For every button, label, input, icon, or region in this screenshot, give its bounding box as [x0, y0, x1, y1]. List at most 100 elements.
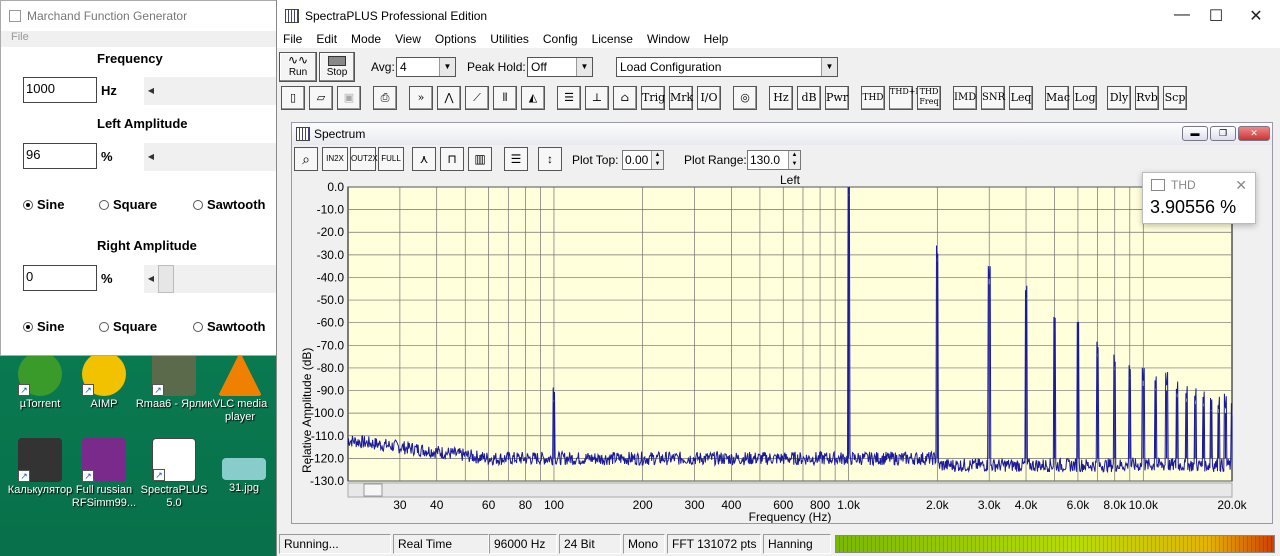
spectrum-plot[interactable]: Left 0.0 -10.0 -20.0 -30.0 -40.0 -50.0 -60.0 -70… — [292, 173, 1272, 523]
desktop-icon-jpg[interactable]: 31.jpg — [204, 438, 284, 495]
peak-hold-select[interactable]: Off ▼ — [527, 57, 593, 77]
settings-panel-icon[interactable]: ☰ — [557, 86, 581, 110]
zoom-in-2x-icon[interactable]: IN2X — [322, 147, 348, 171]
plot-top-input[interactable]: 0.00 ▲ ▼ — [622, 150, 664, 170]
desktop-icon-label: SpectraPLUS 5.0 — [140, 484, 208, 509]
imd-button[interactable]: IMD — [953, 86, 977, 110]
print-icon[interactable]: ⎙ — [373, 86, 397, 110]
thd-freq-button[interactable]: THD Freq — [917, 86, 941, 110]
menu-file[interactable]: File — [11, 31, 29, 43]
scp-button[interactable]: Scp — [1163, 86, 1187, 110]
zoom-out-2x-icon[interactable]: OUT2X — [350, 147, 378, 171]
close-icon[interactable]: ✕ — [1235, 177, 1247, 194]
spectraplus-titlebar[interactable]: SpectraPLUS Professional Edition — ☐ ✕ — [277, 0, 1280, 32]
stop-button[interactable]: Stop — [319, 52, 355, 82]
right-wave-sawtooth[interactable]: Sawtooth — [193, 319, 266, 334]
radio-label: Sawtooth — [207, 319, 266, 334]
menu-config[interactable]: Config — [543, 32, 578, 48]
zoom-out-full-icon[interactable]: FULL — [378, 147, 404, 171]
signal-generator-icon[interactable]: ◎ — [733, 86, 757, 110]
status-fft-size: FFT 131072 pts — [667, 534, 761, 554]
mrk-button[interactable]: Mrk — [669, 86, 693, 110]
thd-button[interactable]: THD — [861, 86, 885, 110]
spectrum-chart[interactable]: Left 0.0 -10.0 -20.0 -30.0 -40.0 -50.0 -60.0 -70… — [292, 173, 1272, 523]
child-restore-icon[interactable]: ❐ — [1210, 126, 1236, 141]
spinner-arrows-icon[interactable]: ▲ ▼ — [788, 151, 800, 169]
leq-button[interactable]: Leq — [1009, 86, 1033, 110]
slider-left-arrow-icon[interactable]: ◀ — [144, 79, 158, 103]
snr-button[interactable]: SNR — [981, 86, 1005, 110]
menu-window[interactable]: Window — [647, 32, 690, 48]
generator-titlebar[interactable]: Marchand Function Generator — [1, 1, 277, 31]
save-icon[interactable]: ▣ — [337, 86, 361, 110]
plot-properties-icon[interactable]: ☰ — [504, 147, 528, 171]
bar-graph-icon[interactable]: ▥ — [468, 147, 492, 171]
menu-mode[interactable]: Mode — [351, 32, 381, 48]
desktop-icon-spectraplus[interactable]: ↗ SpectraPLUS 5.0 — [134, 438, 214, 510]
child-minimize-icon[interactable]: ▬ — [1182, 126, 1208, 141]
right-wave-sine[interactable]: Sine — [23, 319, 64, 334]
fast-forward-icon[interactable]: » — [409, 86, 433, 110]
spectrogram-icon[interactable]: ⦀ — [493, 86, 517, 110]
scope-probe-icon[interactable]: ⌂ — [613, 86, 637, 110]
db-button[interactable]: dB — [797, 86, 821, 110]
line-graph-icon[interactable]: ⋏ — [412, 147, 436, 171]
menu-license[interactable]: License — [592, 32, 633, 48]
x-tick-label: 1.0k — [837, 498, 861, 512]
right-amplitude-slider[interactable]: ◀ — [144, 265, 276, 293]
maximize-icon[interactable]: ☐ — [1201, 6, 1231, 26]
desktop-icon-rfsimm[interactable]: ↗ Full russian RFSimm99... — [64, 438, 144, 510]
radio-label: Square — [113, 197, 158, 212]
open-folder-icon[interactable]: ▱ — [309, 86, 333, 110]
frequency-input[interactable]: 1000 — [23, 77, 97, 103]
radio-selected-icon — [23, 321, 33, 332]
left-amplitude-slider[interactable]: ◀ — [144, 143, 276, 171]
thd-readout-window[interactable]: THD ✕ 3.90556 % — [1142, 172, 1256, 224]
pwr-button[interactable]: Pwr — [825, 86, 849, 110]
rvb-button[interactable]: Rvb — [1135, 86, 1159, 110]
left-wave-square[interactable]: Square — [99, 197, 157, 212]
dly-button[interactable]: Dly — [1107, 86, 1131, 110]
zoom-icon[interactable]: ⌕ — [294, 147, 318, 171]
spectrum-titlebar[interactable]: Spectrum ▬ ❐ ✕ — [292, 123, 1272, 145]
avg-select[interactable]: 4 ▼ — [396, 57, 456, 77]
close-icon[interactable]: ✕ — [1241, 6, 1271, 26]
right-wave-square[interactable]: Square — [99, 319, 157, 334]
new-file-icon[interactable]: ▯ — [281, 86, 305, 110]
left-wave-sine[interactable]: Sine — [23, 197, 64, 212]
io-button[interactable]: I/O — [697, 86, 721, 110]
slider-left-arrow-icon[interactable]: ◀ — [144, 267, 158, 291]
configuration-select[interactable]: Load Configuration ▼ — [616, 57, 838, 77]
plot-range-input[interactable]: 130.0 ▲ ▼ — [747, 150, 801, 170]
left-wave-sawtooth[interactable]: Sawtooth — [193, 197, 266, 212]
vertical-scale-icon[interactable]: ↕ — [538, 147, 562, 171]
log-button[interactable]: Log — [1073, 86, 1097, 110]
thd-n-button[interactable]: THD+N — [889, 86, 922, 110]
slider-left-arrow-icon[interactable]: ◀ — [144, 145, 158, 169]
waveform-icon[interactable]: ⋀ — [437, 86, 461, 110]
hz-button[interactable]: Hz — [769, 86, 793, 110]
menu-edit[interactable]: Edit — [316, 32, 337, 48]
frequency-slider[interactable]: ◀ — [144, 77, 276, 105]
ramp-icon[interactable]: ⟋ — [465, 86, 489, 110]
menu-file[interactable]: File — [283, 32, 302, 48]
menu-help[interactable]: Help — [704, 32, 729, 48]
mac-button[interactable]: Mac — [1045, 86, 1070, 110]
slider-thumb[interactable] — [158, 265, 174, 293]
child-close-icon[interactable]: ✕ — [1238, 126, 1270, 141]
menu-options[interactable]: Options — [435, 32, 476, 48]
desktop-icon-aimp[interactable]: ↗ AIMP — [64, 352, 144, 411]
3d-surface-icon[interactable]: ◭ — [521, 86, 545, 110]
left-amplitude-input[interactable]: 96 — [23, 143, 97, 169]
calibration-icon[interactable]: ⊥ — [585, 86, 609, 110]
step-graph-icon[interactable]: ⊓ — [440, 147, 464, 171]
trig-button[interactable]: Trig — [641, 86, 665, 110]
run-button[interactable]: ∿∿ Run — [279, 52, 317, 82]
right-amplitude-input[interactable]: 0 — [23, 265, 97, 291]
generator-menubar: File — [1, 31, 277, 47]
minimize-icon[interactable]: — — [1167, 6, 1197, 24]
spinner-arrows-icon[interactable]: ▲ ▼ — [651, 151, 663, 169]
menu-view[interactable]: View — [395, 32, 421, 48]
menu-utilities[interactable]: Utilities — [490, 32, 529, 48]
desktop-icon-vlc[interactable]: VLC media player — [200, 352, 280, 424]
